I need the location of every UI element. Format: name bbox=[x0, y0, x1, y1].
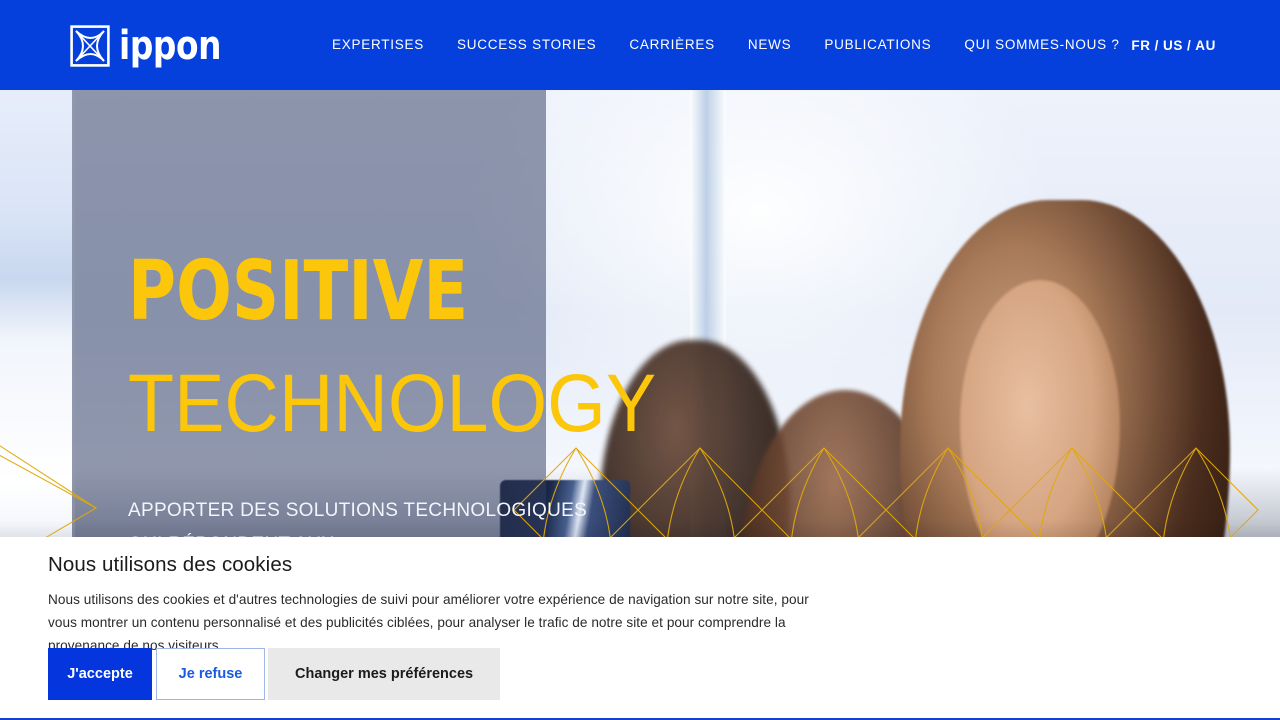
site-header: ippon EXPERTISES SUCCESS STORIES CARRIÈR… bbox=[0, 0, 1280, 90]
accept-cookies-button[interactable]: J'accepte bbox=[48, 648, 152, 700]
lang-separator-2: / bbox=[1186, 37, 1192, 53]
lang-link-us[interactable]: US bbox=[1163, 38, 1183, 53]
cookie-banner-description: Nous utilisons des cookies et d'autres t… bbox=[48, 592, 809, 653]
cookie-banner-actions: J'accepte Je refuse Changer mes préféren… bbox=[48, 648, 501, 700]
cookie-banner-text-block: Nous utilisons des cookies Nous utilison… bbox=[48, 551, 828, 657]
nav-item-news[interactable]: NEWS bbox=[748, 0, 792, 90]
cookie-banner-title: Nous utilisons des cookies bbox=[48, 553, 293, 576]
nav-item-publications[interactable]: PUBLICATIONS bbox=[824, 0, 931, 90]
lang-link-au[interactable]: AU bbox=[1195, 38, 1216, 53]
change-preferences-button[interactable]: Changer mes préférences bbox=[268, 648, 501, 700]
main-navigation: EXPERTISES SUCCESS STORIES CARRIÈRES NEW… bbox=[332, 0, 1120, 90]
nav-item-carrieres[interactable]: CARRIÈRES bbox=[629, 0, 715, 90]
page-root: ippon EXPERTISES SUCCESS STORIES CARRIÈR… bbox=[0, 0, 1280, 720]
nav-item-expertises[interactable]: EXPERTISES bbox=[332, 0, 424, 90]
lang-separator-1: / bbox=[1154, 37, 1159, 53]
refuse-cookies-button[interactable]: Je refuse bbox=[156, 648, 265, 700]
hero-headline-line-2: TECHNOLOGY bbox=[128, 358, 657, 449]
ippon-logo[interactable]: ippon bbox=[70, 24, 243, 68]
ippon-square-arcs-icon bbox=[70, 25, 110, 67]
nav-item-success-stories[interactable]: SUCCESS STORIES bbox=[457, 0, 596, 90]
lang-link-fr[interactable]: FR bbox=[1131, 38, 1150, 53]
language-switcher: FR / US / AU bbox=[1131, 0, 1216, 90]
nav-item-qui-sommes-nous[interactable]: QUI SOMMES-NOUS ? bbox=[964, 0, 1119, 90]
hero-headline-line-1: POSITIVE bbox=[128, 244, 469, 339]
hero-text-block: POSITIVE TECHNOLOGY APPORTER DES SOLUTIO… bbox=[128, 250, 768, 562]
ippon-wordmark: ippon bbox=[119, 23, 222, 69]
